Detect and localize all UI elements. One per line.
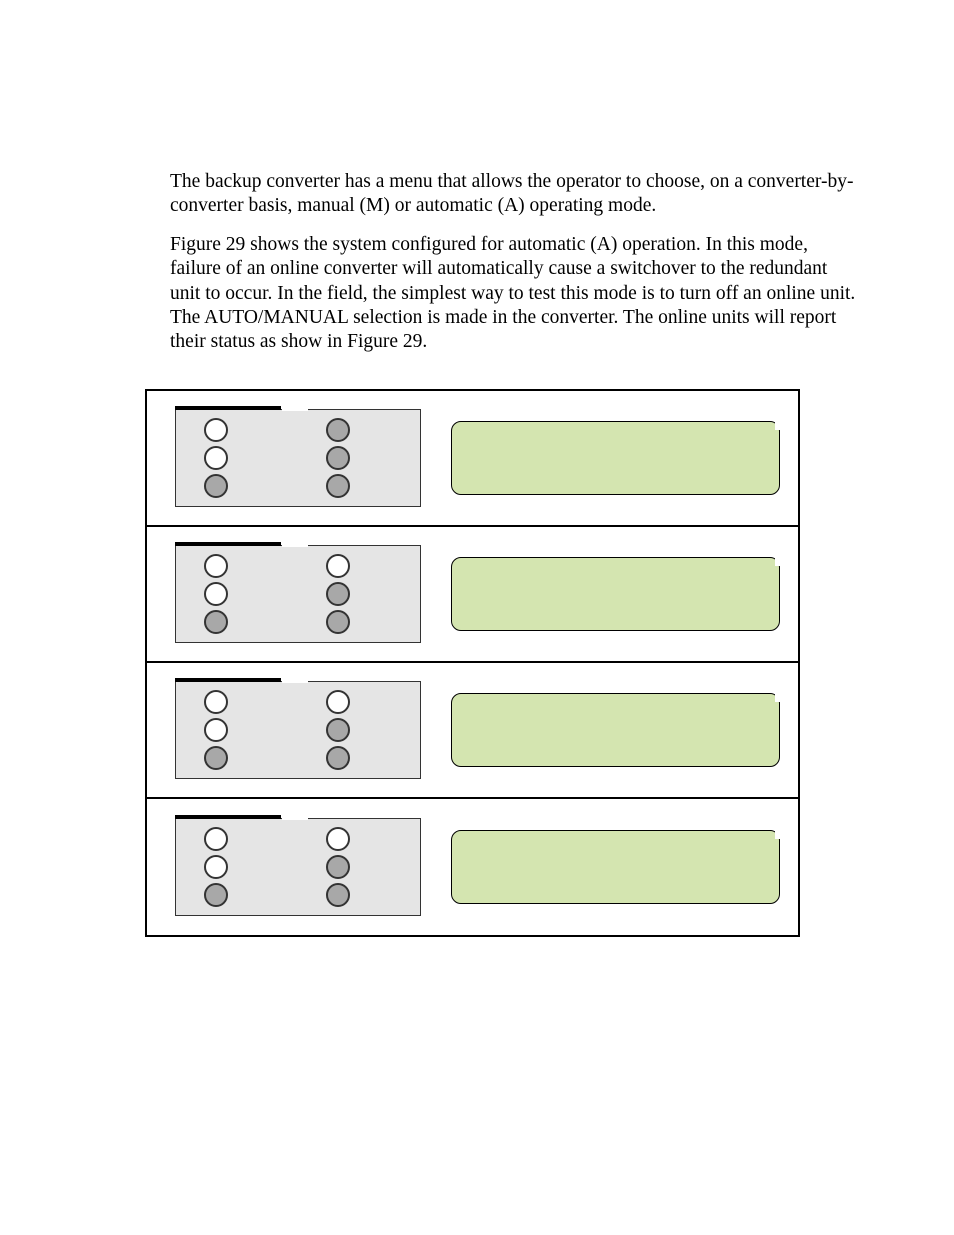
led-column-left: [176, 416, 256, 500]
led-indicator: [326, 718, 350, 742]
paragraph-1: The backup converter has a menu that all…: [170, 170, 859, 219]
display-screen: [451, 830, 780, 904]
display-screen: [451, 693, 780, 767]
led-panel: [175, 818, 421, 916]
led-indicator: [204, 582, 228, 606]
led-indicator: [326, 418, 350, 442]
led-column-right: [298, 416, 378, 500]
converter-row: [147, 663, 798, 799]
led-indicator: [326, 582, 350, 606]
converter-row: [147, 391, 798, 527]
led-column-right: [298, 825, 378, 909]
led-indicator: [204, 855, 228, 879]
led-indicator: [326, 855, 350, 879]
led-indicator: [204, 883, 228, 907]
led-indicator: [204, 746, 228, 770]
led-panel: [175, 681, 421, 779]
led-indicator: [326, 474, 350, 498]
led-panel: [175, 545, 421, 643]
led-indicator: [204, 610, 228, 634]
led-indicator: [204, 474, 228, 498]
led-column-right: [298, 552, 378, 636]
led-indicator: [326, 690, 350, 714]
led-indicator: [326, 883, 350, 907]
led-indicator: [204, 690, 228, 714]
led-panel: [175, 409, 421, 507]
converter-row: [147, 799, 798, 935]
paragraph-2: Figure 29 shows the system configured fo…: [170, 233, 859, 355]
led-indicator: [326, 610, 350, 634]
display-screen: [451, 421, 780, 495]
led-indicator: [326, 554, 350, 578]
led-indicator: [204, 718, 228, 742]
led-indicator: [204, 418, 228, 442]
display-screen: [451, 557, 780, 631]
led-column-left: [176, 552, 256, 636]
figure-29: [145, 389, 800, 937]
led-column-left: [176, 688, 256, 772]
led-column-right: [298, 688, 378, 772]
led-column-left: [176, 825, 256, 909]
converter-row: [147, 527, 798, 663]
led-indicator: [326, 746, 350, 770]
led-indicator: [326, 446, 350, 470]
page: The backup converter has a menu that all…: [0, 0, 954, 997]
led-indicator: [326, 827, 350, 851]
led-indicator: [204, 554, 228, 578]
led-indicator: [204, 446, 228, 470]
led-indicator: [204, 827, 228, 851]
